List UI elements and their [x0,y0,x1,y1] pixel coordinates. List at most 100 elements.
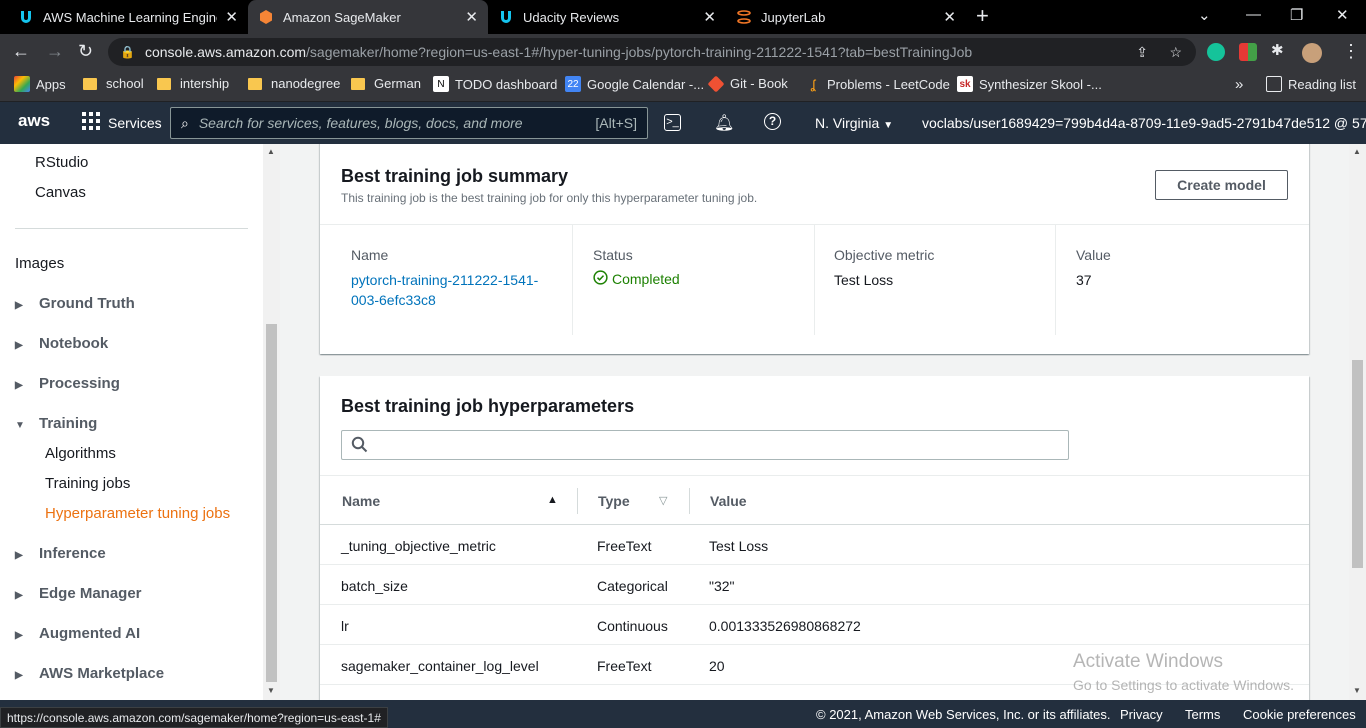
bookmark-label: Google Calendar -... [587,76,705,92]
back-icon[interactable]: ← [12,41,30,62]
close-icon[interactable]: ✕ [465,8,478,26]
aws-search-input[interactable]: ⌕ Search for services, features, blogs, … [170,107,648,139]
sidebar-item-canvas[interactable]: Canvas [35,184,86,201]
sidebar-item-hyperparameter-tuning-jobs[interactable]: Hyperparameter tuning jobs [45,505,230,522]
bookmark-label: Apps [36,76,66,92]
sidebar: RStudio Canvas Images ▶ Ground Truth ▶ Not… [0,144,263,700]
account-menu[interactable]: voclabs/user1689429=799b4d4a-8709-11e9-9… [922,115,1366,131]
cloudshell-icon[interactable]: >_ [664,114,681,131]
row-type: FreeText [597,658,652,674]
reading-list[interactable]: Reading list [1266,76,1356,92]
tab-title: AWS Machine Learning Engineer [43,9,218,25]
caret-right-icon: ▶ [15,380,23,391]
maximize-icon[interactable]: ❐ [1290,6,1303,24]
row-divider [320,644,1309,645]
create-model-button[interactable]: Create model [1155,170,1288,200]
bookmark-leetcode[interactable]: ʆ Problems - LeetCode [805,76,950,92]
grid-icon[interactable] [82,112,100,133]
column-header-value[interactable]: Value [710,493,747,509]
bookmark-google-calendar[interactable]: 22 Google Calendar -... [565,76,704,92]
row-type: Categorical [597,578,668,594]
sidebar-group-ground-truth[interactable]: ▶ Ground Truth [15,295,135,312]
close-icon[interactable]: ✕ [943,8,956,26]
sidebar-group-inference[interactable]: ▶ Inference [15,545,106,562]
close-icon[interactable]: ✕ [703,8,716,26]
cookie-preferences-link[interactable]: Cookie preferences [1243,707,1356,722]
folder-icon [248,77,262,90]
objective-metric-value: Test Loss [834,272,894,288]
sidebar-item-training-jobs[interactable]: Training jobs [45,475,130,492]
tab-udacity-reviews[interactable]: Udacity Reviews ✕ [488,0,726,34]
sidebar-item-images[interactable]: Images [15,255,64,272]
bookmark-apps[interactable]: Apps [14,76,66,92]
scroll-up-icon[interactable]: ▲ [267,147,275,156]
reload-icon[interactable]: ↻ [78,41,93,62]
minimize-icon[interactable]: — [1246,6,1261,23]
bookmark-intership[interactable]: intership [157,76,229,91]
new-tab-button[interactable]: + [976,5,989,27]
bookmark-school[interactable]: school [83,76,144,91]
column-header-type[interactable]: Type [598,493,630,509]
scroll-up-icon[interactable]: ▲ [1353,147,1361,156]
bell-icon[interactable]: 🔔︎ [714,113,734,133]
bookmark-synthesizer-skool[interactable]: sk Synthesizer Skool -... [957,76,1102,92]
close-icon[interactable]: ✕ [225,8,238,26]
sidebar-scroll-thumb[interactable] [266,324,277,682]
more-icon[interactable]: ⋮ [1342,41,1360,62]
bookmark-german[interactable]: German [351,76,421,91]
url-field[interactable]: 🔒 console.aws.amazon.com/sagemaker/home?… [108,38,1196,66]
divider [320,475,1309,476]
sidebar-group-label: AWS Marketplace [39,665,165,682]
column-divider [572,225,573,335]
sidebar-group-training[interactable]: ▼ Training [15,415,97,432]
bookmark-git-book[interactable]: Git - Book [707,75,788,92]
privacy-link[interactable]: Privacy [1120,707,1163,722]
tab-strip: AWS Machine Learning Engineer ✕ Amazon S… [0,0,1366,34]
terms-link[interactable]: Terms [1185,707,1220,722]
training-job-link[interactable]: pytorch-training-211222-1541-003-6efc33c… [351,270,541,310]
chevron-right-icon[interactable]: » [1235,76,1243,93]
sidebar-item-rstudio[interactable]: RStudio [35,154,88,171]
chevron-down-icon[interactable]: ⌄ [1198,6,1211,24]
search-shortcut: [Alt+S] [595,115,637,131]
bookmark-nanodegree[interactable]: nanodegree [248,76,340,91]
services-menu[interactable]: Services [108,115,162,131]
value-label: Value [1076,247,1111,263]
aws-logo[interactable]: aws [18,111,50,131]
column-header-name[interactable]: Name [342,493,380,509]
sidebar-group-edge-manager[interactable]: ▶ Edge Manager [15,585,142,602]
sidebar-group-aws-marketplace[interactable]: ▶ AWS Marketplace [15,665,164,682]
sidebar-group-augmented-ai[interactable]: ▶ Augmented AI [15,625,140,642]
column-divider[interactable] [689,488,690,514]
forward-icon[interactable]: → [46,41,64,62]
sort-ascending-icon[interactable]: ▲ [547,494,558,506]
bookmark-todo-dashboard[interactable]: N TODO dashboard [433,76,557,92]
row-value: Test Loss [709,538,769,554]
sidebar-group-notebook[interactable]: ▶ Notebook [15,335,108,352]
column-divider[interactable] [577,488,578,514]
hyperparameter-search-input[interactable] [341,430,1069,460]
scroll-down-icon[interactable]: ▼ [267,686,275,695]
sidebar-group-processing[interactable]: ▶ Processing [15,375,120,392]
lock-icon: 🔒 [120,45,135,59]
sidebar-item-algorithms[interactable]: Algorithms [45,445,116,462]
sort-icon[interactable]: ▽ [659,494,667,507]
puzzle-icon[interactable]: ✱ [1271,41,1284,59]
bookmark-label: Problems - LeetCode [827,76,950,92]
sidebar-group-label: Processing [39,375,120,392]
content-scroll-thumb[interactable] [1352,360,1363,568]
region-selector[interactable]: N. Virginia ▼ [815,115,893,131]
scroll-down-icon[interactable]: ▼ [1353,686,1361,695]
close-window-icon[interactable]: ✕ [1336,6,1349,24]
tab-aws-ml-engineer[interactable]: AWS Machine Learning Engineer ✕ [8,0,248,34]
share-icon[interactable]: ⇪ [1136,44,1148,61]
grammarly-icon[interactable] [1207,43,1225,61]
extension-icon[interactable] [1239,43,1257,61]
tab-jupyterlab[interactable]: JupyterLab ✕ [726,0,966,34]
tab-amazon-sagemaker[interactable]: Amazon SageMaker ✕ [248,0,488,34]
reading-list-icon [1266,76,1282,92]
bookmark-label: nanodegree [271,76,341,91]
help-icon[interactable]: ? [764,113,781,130]
avatar[interactable] [1302,43,1322,63]
star-icon[interactable]: ☆ [1169,44,1182,61]
